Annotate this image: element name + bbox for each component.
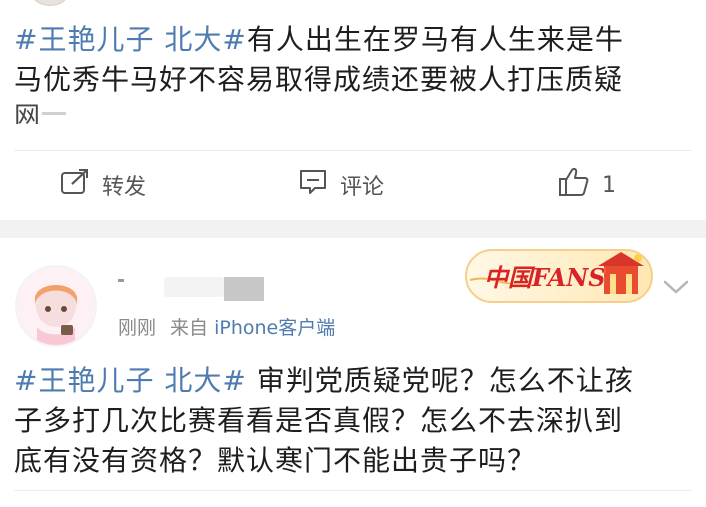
comment-button[interactable]: 评论 <box>298 167 384 203</box>
post-text-cutoff: 网 <box>12 102 72 124</box>
hashtag-link[interactable]: #王艳儿子 北大# <box>14 364 247 397</box>
like-button[interactable]: 1 <box>558 167 616 203</box>
thumbs-up-icon <box>558 167 590 203</box>
post-text-line: 审判党质疑党呢？怎么不让孩 <box>246 364 634 397</box>
badge-label: 中国FANS <box>484 263 606 292</box>
divider <box>14 150 692 151</box>
post-text-line: 网 <box>14 102 41 124</box>
like-count: 1 <box>602 172 616 198</box>
comment-icon <box>298 168 328 202</box>
post-time: 刚刚 <box>118 317 157 339</box>
post-body: #王艳儿子 北大#有人出生在罗马有人生来是牛 马优秀牛马好不容易取得成绩还要被人… <box>14 20 704 100</box>
repost-label: 转发 <box>102 175 147 200</box>
fans-badge[interactable]: 中国FANS <box>462 244 658 306</box>
avatar[interactable] <box>15 265 97 347</box>
post-text-line: 有人出生在罗马有人生来是牛 <box>246 23 624 56</box>
repost-icon <box>60 168 90 202</box>
avatar[interactable] <box>30 0 70 6</box>
repost-button[interactable]: 转发 <box>60 167 146 203</box>
post-text-line: 马优秀牛马好不容易取得成绩还要被人打压质疑 <box>14 63 624 96</box>
avatar-image <box>17 267 95 345</box>
feed-separator <box>0 220 706 238</box>
divider <box>14 490 692 491</box>
source-prefix: 来自 <box>170 317 209 339</box>
post-text-line: 底有没有资格？默认寒门不能出贵子吗？ <box>14 444 537 477</box>
chevron-down-icon[interactable] <box>662 278 690 296</box>
comment-label: 评论 <box>340 175 385 200</box>
post-meta: 刚刚 来自 iPhone客户端 <box>118 313 335 340</box>
weibo-feed: #王艳儿子 北大#有人出生在罗马有人生来是牛 马优秀牛马好不容易取得成绩还要被人… <box>0 0 706 507</box>
post-body: #王艳儿子 北大# 审判党质疑党呢？怎么不让孩 子多打几次比赛看看是否真假？怎么… <box>14 361 704 481</box>
action-bar: 转发 评论 1 <box>0 155 706 215</box>
source-link[interactable]: iPhone客户端 <box>214 317 335 339</box>
hashtag-link[interactable]: #王艳儿子 北大# <box>14 23 247 56</box>
post-text-line: 子多打几次比赛看看是否真假？怎么不去深扒到 <box>14 404 624 437</box>
